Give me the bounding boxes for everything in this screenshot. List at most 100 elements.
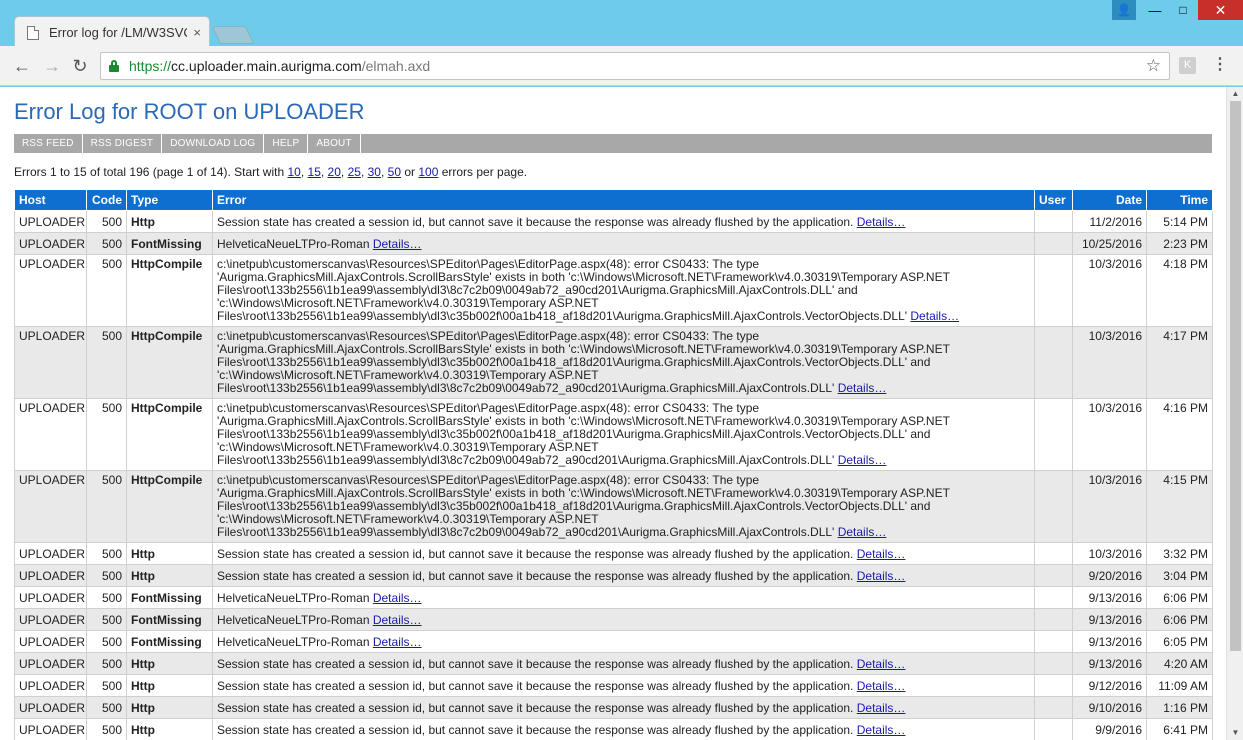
page-size-link-20[interactable]: 20	[328, 165, 341, 179]
menu-icon[interactable]: ⋮	[1212, 54, 1228, 78]
error-cell: c:\inetpub\customerscanvas\Resources\SPE…	[212, 470, 1035, 543]
speedbar-link-download-log[interactable]: DOWNLOAD LOG	[162, 134, 265, 153]
scroll-down-icon[interactable]: ▼	[1227, 726, 1243, 740]
details-link[interactable]: Details…	[857, 679, 906, 693]
url-scheme: https://	[129, 58, 172, 74]
host-cell: UPLOADER	[14, 696, 87, 719]
new-tab-button[interactable]	[211, 26, 255, 44]
table-row: UPLOADER 500 FontMissing HelveticaNeueLTPro…	[14, 630, 1213, 653]
details-link[interactable]: Details…	[838, 525, 887, 539]
user-cell	[1034, 674, 1073, 697]
error-cell: Session state has created a session id, …	[212, 696, 1035, 719]
code-cell: 500	[86, 674, 127, 697]
browser-tab[interactable]: Error log for /LM/W3SVC ×	[14, 16, 210, 48]
speedbar-link-rss-digest[interactable]: RSS DIGEST	[83, 134, 163, 153]
type-cell: FontMissing	[126, 586, 213, 609]
code-cell: 500	[86, 470, 127, 543]
error-message: Session state has created a session id, …	[217, 701, 857, 715]
error-cell: HelveticaNeueLTPro-Roman Details…	[212, 630, 1035, 653]
details-link[interactable]: Details…	[838, 453, 887, 467]
details-link[interactable]: Details…	[373, 237, 422, 251]
page-size-link-15[interactable]: 15	[308, 165, 321, 179]
details-link[interactable]: Details…	[373, 613, 422, 627]
user-cell	[1034, 254, 1073, 327]
table-row: UPLOADER 500 Http Session state has created…	[14, 564, 1213, 587]
page-info-suffix: errors per page.	[438, 165, 528, 179]
tab-title: Error log for /LM/W3SVC	[49, 25, 188, 40]
lock-icon[interactable]	[109, 60, 119, 72]
type-cell: FontMissing	[126, 232, 213, 255]
extension-icon[interactable]: K	[1179, 57, 1196, 74]
scroll-up-icon[interactable]: ▲	[1227, 87, 1243, 101]
error-message: HelveticaNeueLTPro-Roman	[217, 613, 373, 627]
user-icon[interactable]: 👤	[1112, 0, 1136, 20]
time-cell: 3:04 PM	[1146, 564, 1213, 587]
table-row: UPLOADER 500 Http Session state has created…	[14, 718, 1213, 740]
code-cell: 500	[86, 232, 127, 255]
vertical-scrollbar[interactable]: ▲ ▼	[1226, 87, 1243, 740]
table-row: UPLOADER 500 FontMissing HelveticaNeueLTPro…	[14, 232, 1213, 255]
details-link[interactable]: Details…	[373, 635, 422, 649]
date-cell: 10/3/2016	[1072, 542, 1147, 565]
details-link[interactable]: Details…	[857, 723, 906, 737]
error-table: Host Code Type Error User Date Time UPLOADER 50…	[14, 189, 1213, 740]
speedbar-link-help[interactable]: HELP	[264, 134, 309, 153]
details-link[interactable]: Details…	[910, 309, 959, 323]
details-link[interactable]: Details…	[857, 701, 906, 715]
time-cell: 6:05 PM	[1146, 630, 1213, 653]
user-cell	[1034, 542, 1073, 565]
details-link[interactable]: Details…	[838, 381, 887, 395]
page-info-prefix: Errors 1 to 15 of total 196 (page 1 of 1…	[14, 165, 288, 179]
close-window-icon[interactable]: ✕	[1198, 0, 1243, 20]
code-cell: 500	[86, 254, 127, 327]
host-cell: UPLOADER	[14, 718, 87, 740]
error-cell: c:\inetpub\customerscanvas\Resources\SPE…	[212, 254, 1035, 327]
time-cell: 5:14 PM	[1146, 210, 1213, 233]
page-size-link-50[interactable]: 50	[388, 165, 401, 179]
scrollbar-thumb[interactable]	[1230, 101, 1241, 651]
code-cell: 500	[86, 398, 127, 471]
page-size-link-100[interactable]: 100	[418, 165, 438, 179]
url-host: cc.uploader.main.aurigma.com	[171, 58, 362, 74]
user-cell	[1034, 608, 1073, 631]
error-cell: Session state has created a session id, …	[212, 718, 1035, 740]
time-cell: 4:17 PM	[1146, 326, 1213, 399]
details-link[interactable]: Details…	[857, 215, 906, 229]
user-cell	[1034, 232, 1073, 255]
type-cell: Http	[126, 674, 213, 697]
page-size-link-30[interactable]: 30	[368, 165, 381, 179]
page-size-link-25[interactable]: 25	[348, 165, 361, 179]
user-cell	[1034, 696, 1073, 719]
details-link[interactable]: Details…	[857, 569, 906, 583]
tab-close-icon[interactable]: ×	[193, 25, 201, 40]
speedbar-link-rss-feed[interactable]: RSS FEED	[14, 134, 83, 153]
table-row: UPLOADER 500 Http Session state has created…	[14, 696, 1213, 719]
minimize-icon[interactable]: —	[1142, 0, 1168, 20]
time-cell: 6:06 PM	[1146, 608, 1213, 631]
error-cell: Session state has created a session id, …	[212, 674, 1035, 697]
address-bar[interactable]: https://cc.uploader.main.aurigma.com/elm…	[100, 52, 1170, 80]
error-cell: HelveticaNeueLTPro-Roman Details…	[212, 608, 1035, 631]
time-cell: 4:20 AM	[1146, 652, 1213, 675]
host-cell: UPLOADER	[14, 586, 87, 609]
code-cell: 500	[86, 608, 127, 631]
reload-icon[interactable]: ↻	[68, 54, 92, 78]
table-row: UPLOADER 500 Http Session state has created…	[14, 674, 1213, 697]
error-cell: c:\inetpub\customerscanvas\Resources\SPE…	[212, 326, 1035, 399]
type-cell: Http	[126, 564, 213, 587]
error-cell: Session state has created a session id, …	[212, 210, 1035, 233]
forward-icon[interactable]: →	[40, 54, 64, 78]
maximize-icon[interactable]: □	[1170, 0, 1196, 20]
table-row: UPLOADER 500 HttpCompile c:\inetpub\custome…	[14, 398, 1213, 471]
host-cell: UPLOADER	[14, 674, 87, 697]
details-link[interactable]: Details…	[857, 547, 906, 561]
user-cell	[1034, 470, 1073, 543]
page-title: Error Log for ROOT on UPLOADER	[14, 99, 365, 124]
details-link[interactable]: Details…	[857, 657, 906, 671]
bookmark-star-icon[interactable]: ☆	[1146, 56, 1161, 76]
speedbar-link-about[interactable]: ABOUT	[308, 134, 361, 153]
time-cell: 3:32 PM	[1146, 542, 1213, 565]
back-icon[interactable]: ←	[10, 54, 34, 78]
page-size-link-10[interactable]: 10	[287, 165, 300, 179]
details-link[interactable]: Details…	[373, 591, 422, 605]
